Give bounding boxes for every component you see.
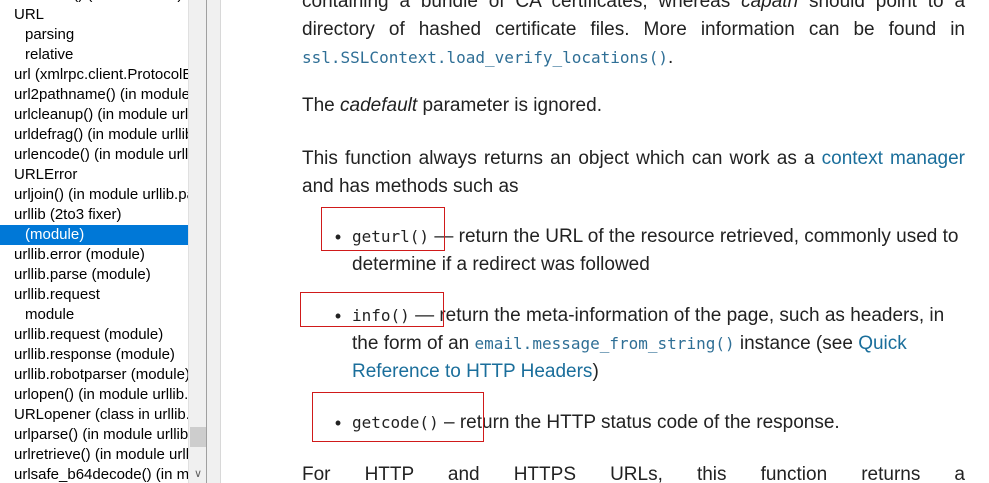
index-item[interactable]: urljoin() (in module urllib.parse)	[0, 185, 188, 205]
list-item-getcode: • getcode() – return the HTTP status cod…	[335, 409, 965, 437]
index-item[interactable]: urllib.error (module)	[0, 245, 188, 265]
paragraph-context-manager: This function always returns an object w…	[302, 145, 965, 201]
index-item[interactable]: urlsafe_b64decode() (in module base64)	[0, 465, 188, 483]
index-item[interactable]: urllib.request (module)	[0, 325, 188, 345]
index-item[interactable]: URLopener (class in urllib.request)	[0, 405, 188, 425]
code-geturl: geturl()	[352, 227, 430, 246]
index-item[interactable]: urlcleanup() (in module urllib.request)	[0, 105, 188, 125]
para3-text-post: and has methods such as	[302, 176, 519, 197]
index-item[interactable]: urlretrieve() (in module urllib.request)	[0, 445, 188, 465]
index-sidebar: urandom() (in module os)URLparsingrelati…	[0, 0, 207, 483]
geturl-description: — return the URL of the resource retriev…	[352, 226, 959, 275]
index-item[interactable]: urlopen() (in module urllib.request)	[0, 385, 188, 405]
index-item[interactable]: urllib.robotparser (module)	[0, 365, 188, 385]
para2-text-post: parameter is ignored.	[422, 95, 602, 116]
list-item-info: • info() — return the meta-information o…	[335, 302, 965, 386]
para1-tail: .	[668, 47, 674, 68]
list-item-geturl: • geturl() — return the URL of the resou…	[335, 223, 965, 279]
scrollbar-thumb[interactable]	[190, 427, 206, 447]
index-item[interactable]: urllib.parse (module)	[0, 265, 188, 285]
paragraph-http-returns: For HTTP and HTTPS URLs, this function r…	[302, 461, 965, 483]
bullet-icon: •	[334, 306, 342, 326]
index-item[interactable]: parsing	[0, 25, 188, 45]
index-item[interactable]: urldefrag() (in module urllib.parse)	[0, 125, 188, 145]
index-item[interactable]: urllib.response (module)	[0, 345, 188, 365]
bullet-icon: •	[334, 413, 342, 433]
param-capath: capath	[741, 0, 799, 12]
para4-text: For HTTP and HTTPS URLs, this function r…	[302, 464, 965, 483]
index-item[interactable]: url (xmlrpc.client.ProtocolError attribu…	[0, 65, 188, 85]
bullet-icon: •	[334, 227, 342, 247]
info-description-b: instance (see	[739, 333, 853, 354]
paragraph-cadefault: The cadefault parameter is ignored.	[302, 92, 965, 120]
ref-message-from-string[interactable]: email.message_from_string()	[475, 334, 735, 353]
index-item[interactable]: urlencode() (in module urllib.parse)	[0, 145, 188, 165]
para2-text-pre: The	[302, 95, 335, 116]
paragraph-cafile: containing a bundle of CA certificates, …	[302, 0, 965, 72]
getcode-description: – return the HTTP status code of the res…	[438, 412, 840, 433]
index-scrollbar[interactable]: ∨	[188, 0, 206, 483]
index-item[interactable]: urllib (2to3 fixer)	[0, 205, 188, 225]
index-list: urandom() (in module os)URLparsingrelati…	[0, 0, 188, 483]
index-item[interactable]: URL	[0, 5, 188, 25]
link-context-manager[interactable]: context manager	[822, 148, 965, 169]
index-item[interactable]: urlparse() (in module urllib.parse)	[0, 425, 188, 445]
info-description-c: )	[592, 361, 599, 382]
index-item[interactable]: module	[0, 305, 188, 325]
index-item[interactable]: URLError	[0, 165, 188, 185]
scroll-down-chevron-icon[interactable]: ∨	[189, 465, 206, 483]
index-item[interactable]: url2pathname() (in module urllib.request…	[0, 85, 188, 105]
index-item[interactable]: (module)	[0, 225, 188, 245]
param-cadefault: cadefault	[340, 95, 418, 116]
ref-load-verify-locations[interactable]: ssl.SSLContext.load_verify_locations()	[302, 48, 668, 67]
document-pane: containing a bundle of CA certificates, …	[221, 0, 989, 483]
para3-text-pre: This function always returns an object w…	[302, 148, 815, 169]
index-item[interactable]: relative	[0, 45, 188, 65]
code-getcode: getcode()	[352, 413, 439, 432]
code-info: info()	[352, 306, 410, 325]
para1-text-a: containing a bundle of CA certificates, …	[302, 0, 731, 12]
index-item[interactable]: urllib.request	[0, 285, 188, 305]
pane-splitter[interactable]	[207, 0, 221, 483]
